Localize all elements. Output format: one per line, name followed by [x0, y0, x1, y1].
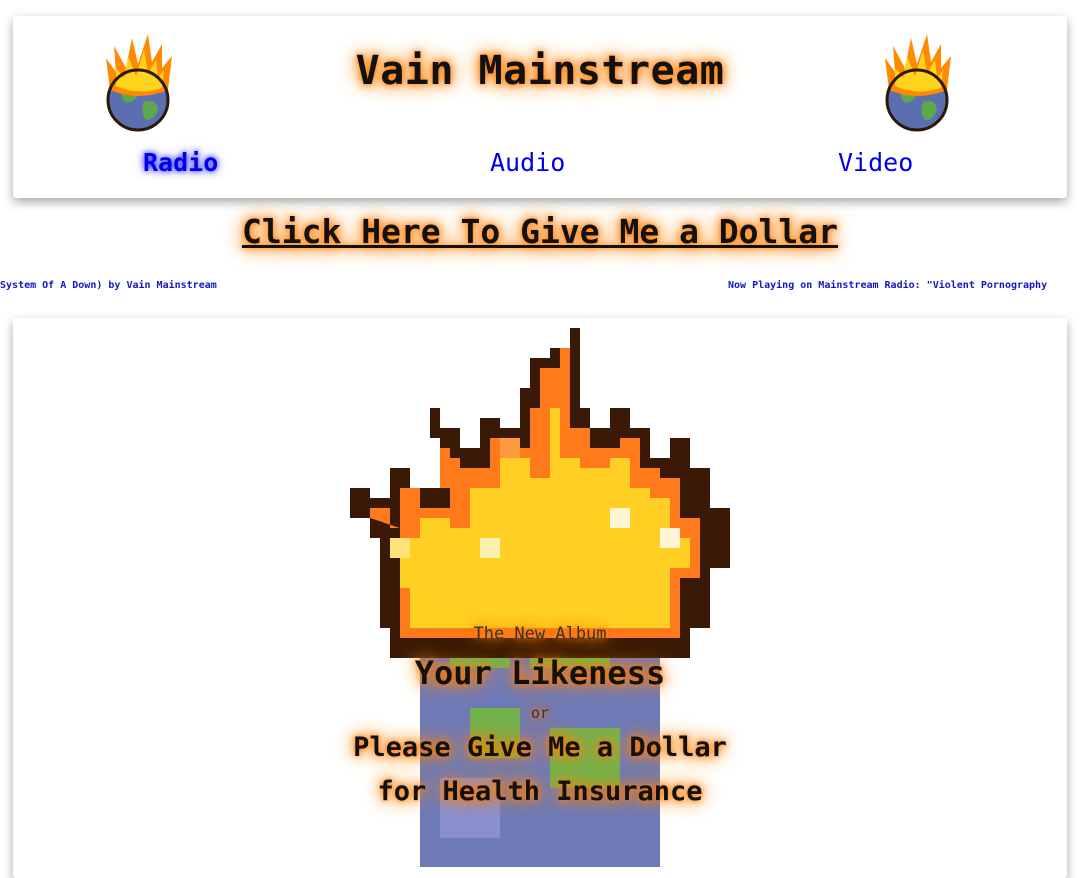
album-kicker: The New Album: [473, 624, 607, 644]
album-title: Your Likeness: [414, 654, 666, 692]
nav-radio[interactable]: Radio: [143, 148, 218, 177]
nav-audio[interactable]: Audio: [490, 148, 565, 177]
now-playing-ticker-right: Now Playing on Mainstream Radio: "Violen…: [728, 280, 1048, 291]
site-title: Vain Mainstream: [355, 48, 725, 94]
album-subtitle-line2: for Health Insurance: [377, 776, 703, 807]
ticker-left-text: (System Of A Down) by Vain Mainstream: [0, 280, 217, 291]
album-subtitle-line1: Please Give Me a Dollar: [353, 732, 727, 763]
now-playing-ticker-left: (System Of A Down) by Vain Mainstream: [0, 280, 250, 291]
album-or: or: [530, 704, 550, 722]
donate-link[interactable]: Click Here To Give Me a Dollar: [0, 212, 1080, 251]
nav-video[interactable]: Video: [838, 148, 913, 177]
